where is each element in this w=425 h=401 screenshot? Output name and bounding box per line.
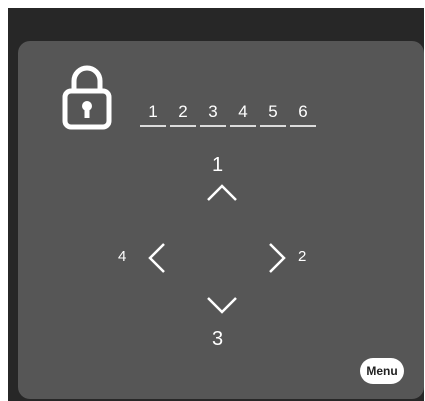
menu-button[interactable]: Menu	[360, 358, 404, 384]
passcode-display: 1 2 3 4 5 6	[140, 102, 316, 127]
chevron-up-icon[interactable]	[204, 180, 240, 204]
chevron-left-icon[interactable]	[144, 240, 168, 276]
code-digit: 6	[290, 102, 316, 127]
chevron-down-icon[interactable]	[204, 294, 240, 318]
lock-icon	[62, 65, 112, 130]
up-direction-label: 1	[212, 154, 224, 176]
chevron-right-icon[interactable]	[266, 240, 290, 276]
code-digit: 1	[140, 102, 166, 127]
code-digit: 5	[260, 102, 286, 127]
down-direction-label: 3	[212, 328, 224, 350]
code-digit: 4	[230, 102, 256, 127]
code-digit: 2	[170, 102, 196, 127]
code-digit: 3	[200, 102, 226, 127]
left-direction-label: 4	[118, 248, 127, 265]
right-direction-label: 2	[298, 248, 307, 265]
